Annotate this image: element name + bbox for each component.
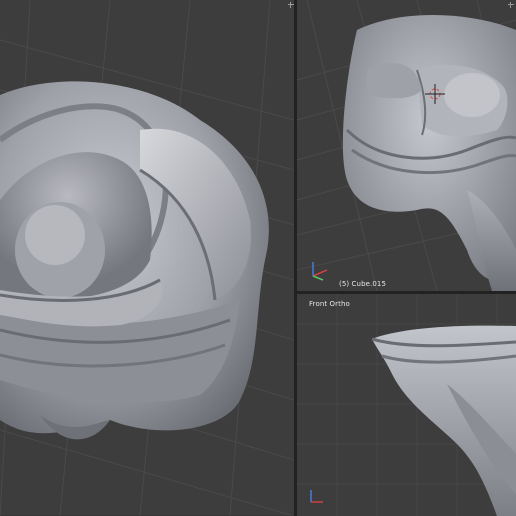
active-object-label: (5) Cube.015 [339, 280, 387, 288]
view-mode-label: Front Ortho [309, 300, 350, 308]
bottom-right-viewport-canvas [297, 294, 516, 516]
blender-screen: (5) Cube.015 Front Ortho [0, 0, 516, 516]
rose-mesh [342, 15, 516, 291]
area-split-widget-icon[interactable] [288, 2, 294, 8]
area-split-widget-icon[interactable] [508, 2, 514, 8]
rose-mesh [371, 325, 516, 516]
rose-mesh [0, 81, 269, 440]
bottom-right-3d-viewport[interactable]: Front Ortho [297, 294, 516, 516]
top-right-viewport-canvas [297, 0, 516, 291]
left-3d-viewport[interactable] [0, 0, 294, 516]
axis-gizmo [310, 490, 323, 503]
left-viewport-canvas [0, 0, 294, 516]
top-right-3d-viewport[interactable]: (5) Cube.015 [297, 0, 516, 291]
